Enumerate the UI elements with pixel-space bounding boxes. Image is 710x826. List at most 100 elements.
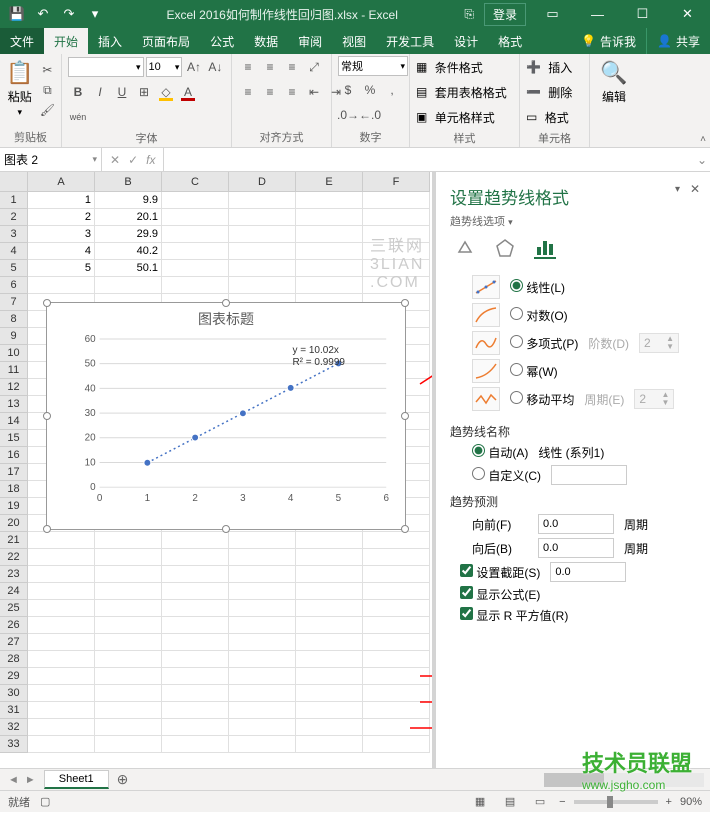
tab-home[interactable]: 开始	[44, 28, 88, 54]
cut-icon[interactable]: ✂	[37, 60, 57, 80]
column-header[interactable]: E	[296, 172, 363, 192]
cell[interactable]	[95, 736, 162, 753]
resize-handle[interactable]	[401, 412, 409, 420]
share-button[interactable]: 👤共享	[646, 28, 710, 54]
enter-icon[interactable]: ✓	[128, 153, 138, 167]
align-center-icon[interactable]: ≡	[260, 82, 280, 102]
cell[interactable]	[229, 532, 296, 549]
underline-icon[interactable]: U	[112, 82, 132, 102]
cell[interactable]	[95, 719, 162, 736]
row-header[interactable]: 27	[0, 634, 28, 651]
row-header[interactable]: 1	[0, 192, 28, 209]
cell[interactable]	[296, 243, 363, 260]
cell[interactable]	[162, 651, 229, 668]
cell[interactable]	[229, 668, 296, 685]
cell[interactable]	[296, 192, 363, 209]
row-header[interactable]: 29	[0, 668, 28, 685]
cell[interactable]	[296, 736, 363, 753]
row-header[interactable]: 22	[0, 549, 28, 566]
tab-format[interactable]: 格式	[488, 28, 532, 54]
collapse-ribbon-icon[interactable]: ˄	[700, 134, 706, 145]
align-top-icon[interactable]: ≡	[238, 57, 258, 77]
cell[interactable]	[95, 566, 162, 583]
cell[interactable]	[229, 566, 296, 583]
cell[interactable]: 9.9	[95, 192, 162, 209]
resize-handle[interactable]	[401, 525, 409, 533]
row-header[interactable]: 13	[0, 396, 28, 413]
cell[interactable]	[229, 702, 296, 719]
cell[interactable]	[229, 277, 296, 294]
cell[interactable]	[229, 617, 296, 634]
cell[interactable]: 4	[28, 243, 95, 260]
row-header[interactable]: 23	[0, 566, 28, 583]
cell[interactable]	[296, 702, 363, 719]
cell[interactable]	[162, 532, 229, 549]
macro-record-icon[interactable]: ▢	[40, 795, 50, 808]
cell[interactable]	[28, 532, 95, 549]
resize-handle[interactable]	[43, 412, 51, 420]
cell[interactable]	[162, 277, 229, 294]
trendline-options-dropdown[interactable]: 趋势线选项 ▾	[450, 213, 696, 229]
insert-cells-button[interactable]: ➕ 插入	[526, 56, 572, 78]
cell[interactable]	[229, 226, 296, 243]
cell[interactable]	[296, 685, 363, 702]
cell[interactable]	[296, 583, 363, 600]
row-header[interactable]: 17	[0, 464, 28, 481]
cell[interactable]	[95, 634, 162, 651]
minimize-icon[interactable]: —	[575, 0, 620, 28]
maximize-icon[interactable]: ☐	[620, 0, 665, 28]
cell[interactable]	[229, 736, 296, 753]
tab-insert[interactable]: 插入	[88, 28, 132, 54]
cell[interactable]	[28, 702, 95, 719]
row-header[interactable]: 16	[0, 447, 28, 464]
cell[interactable]	[363, 651, 430, 668]
row-header[interactable]: 11	[0, 362, 28, 379]
cell[interactable]	[28, 277, 95, 294]
cell[interactable]	[296, 226, 363, 243]
row-header[interactable]: 24	[0, 583, 28, 600]
cell[interactable]	[296, 668, 363, 685]
cell[interactable]	[229, 243, 296, 260]
cell[interactable]	[363, 532, 430, 549]
row-header[interactable]: 21	[0, 532, 28, 549]
page-layout-view-icon[interactable]: ▤	[499, 794, 521, 810]
cell[interactable]	[363, 209, 430, 226]
zoom-in-icon[interactable]: +	[666, 796, 672, 808]
cell[interactable]	[28, 736, 95, 753]
font-size-combo[interactable]: 10▾	[146, 57, 183, 77]
name-box[interactable]: 图表 2▾	[0, 148, 102, 171]
row-header[interactable]: 7	[0, 294, 28, 311]
intercept-input[interactable]	[550, 562, 626, 582]
resize-handle[interactable]	[222, 525, 230, 533]
login-button[interactable]: 登录	[484, 3, 526, 26]
align-middle-icon[interactable]: ≡	[260, 57, 280, 77]
align-bottom-icon[interactable]: ≡	[282, 57, 302, 77]
conditional-formatting-button[interactable]: ▦ 条件格式	[416, 56, 507, 78]
cell[interactable]	[95, 549, 162, 566]
row-header[interactable]: 28	[0, 651, 28, 668]
tab-design[interactable]: 设计	[444, 28, 488, 54]
column-header[interactable]: A	[28, 172, 95, 192]
auto-name-radio[interactable]: 自动(A)	[472, 444, 528, 461]
resize-handle[interactable]	[222, 299, 230, 307]
cell[interactable]	[28, 617, 95, 634]
bold-icon[interactable]: B	[68, 82, 88, 102]
cell[interactable]	[28, 566, 95, 583]
cell[interactable]	[363, 634, 430, 651]
cell[interactable]	[162, 719, 229, 736]
qat-more-icon[interactable]: ▾	[84, 3, 106, 25]
row-header[interactable]: 15	[0, 430, 28, 447]
cell[interactable]	[296, 617, 363, 634]
power-radio[interactable]: 幂(W)	[510, 363, 558, 380]
cell[interactable]	[296, 634, 363, 651]
cell[interactable]	[296, 277, 363, 294]
select-all-triangle[interactable]	[0, 172, 28, 192]
row-header[interactable]: 9	[0, 328, 28, 345]
row-header[interactable]: 12	[0, 379, 28, 396]
cell[interactable]	[363, 583, 430, 600]
row-header[interactable]: 4	[0, 243, 28, 260]
cell[interactable]: 2	[28, 209, 95, 226]
normal-view-icon[interactable]: ▦	[469, 794, 491, 810]
row-header[interactable]: 14	[0, 413, 28, 430]
resize-handle[interactable]	[43, 525, 51, 533]
